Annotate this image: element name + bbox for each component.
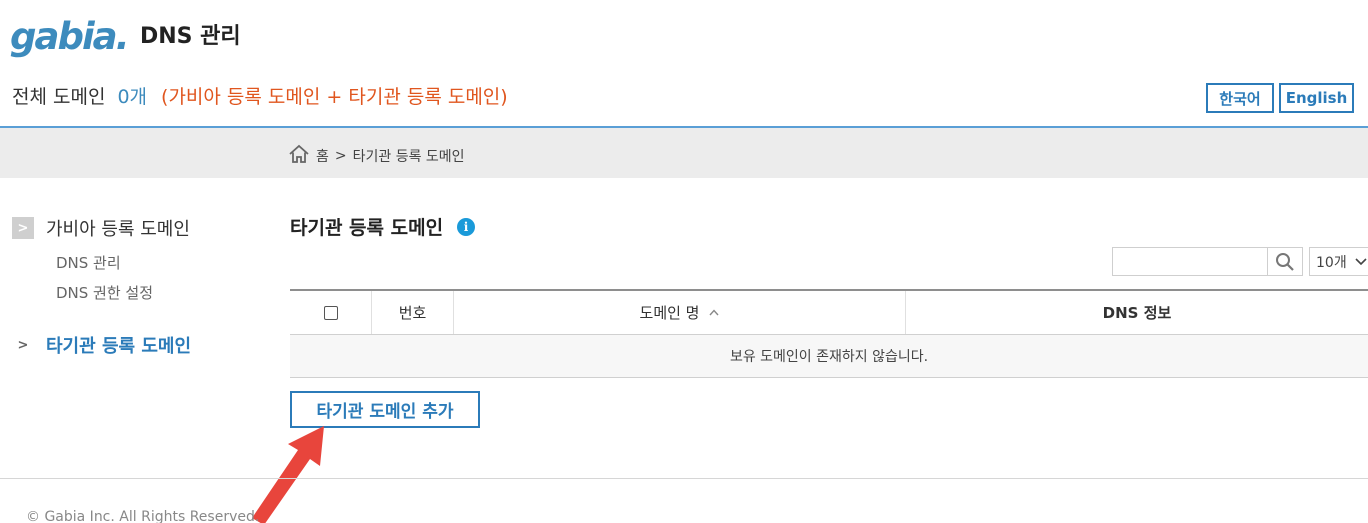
column-number: 번호 (372, 291, 454, 334)
sidebar-subitem-dns-manage[interactable]: DNS 관리 (56, 252, 121, 273)
gabia-logo[interactable]: gabia. (10, 14, 132, 60)
copyright-text: © Gabia Inc. All Rights Reserved. (26, 509, 260, 523)
table-header: 번호 도메인 명 DNS 정보 (290, 289, 1368, 335)
page-size-select[interactable]: 10개 (1309, 247, 1368, 276)
breadcrumb-bar (0, 128, 1368, 178)
sidebar-item-gabia-domains[interactable]: > 가비아 등록 도메인 (12, 215, 190, 241)
domain-table: 번호 도메인 명 DNS 정보 보유 도메인이 존재하지 않습니다. (290, 289, 1368, 378)
column-dns-info: DNS 정보 (1102, 304, 1172, 322)
page-size-value: 10개 (1316, 254, 1347, 271)
page-title-text: 타기관 등록 도메인 (290, 217, 444, 239)
breadcrumb-home[interactable]: 홈 (316, 146, 329, 166)
empty-table-row: 보유 도메인이 존재하지 않습니다. (290, 335, 1368, 378)
search-button[interactable] (1268, 247, 1303, 276)
breadcrumb: 홈 > 타기관 등록 도메인 (288, 144, 465, 168)
select-all-checkbox[interactable] (323, 305, 338, 320)
chevron-right-icon: > (17, 337, 29, 353)
breadcrumb-current: 타기관 등록 도메인 (352, 149, 465, 165)
breadcrumb-separator: > (334, 148, 347, 164)
page-title: 타기관 등록 도메인 i (290, 213, 476, 240)
chevron-right-icon: > (12, 217, 34, 239)
summary-note: (가비아 등록 도메인 + 타기관 등록 도메인) (161, 86, 508, 108)
column-domain-label: 도메인 명 (639, 304, 700, 322)
sidebar-item-other-domains[interactable]: > 타기관 등록 도메인 (12, 332, 191, 358)
sidebar-item-label: 가비아 등록 도메인 (46, 219, 190, 240)
korean-language-button[interactable]: 한국어 (1206, 83, 1274, 113)
logo-text: gabia. (10, 15, 130, 58)
sidebar-subitem-dns-permission[interactable]: DNS 권한 설정 (56, 282, 153, 303)
info-icon[interactable]: i (457, 217, 476, 236)
empty-message: 보유 도메인이 존재하지 않습니다. (729, 349, 929, 365)
sort-up-icon (709, 309, 720, 316)
search-icon (1276, 252, 1294, 271)
english-language-button[interactable]: English (1279, 83, 1354, 113)
column-domain-name[interactable]: 도메인 명 (454, 291, 906, 334)
home-icon[interactable] (288, 144, 310, 168)
column-select-all (290, 291, 372, 334)
summary-count: 0개 (117, 86, 148, 108)
sidebar-item-label: 타기관 등록 도메인 (46, 336, 192, 357)
footer-divider (0, 478, 1368, 479)
annotation-arrow-icon (252, 426, 324, 523)
domain-summary: 전체 도메인 0개 (가비아 등록 도메인 + 타기관 등록 도메인) (12, 82, 508, 109)
search-input[interactable] (1112, 247, 1268, 276)
summary-label: 전체 도메인 (12, 86, 106, 108)
chevron-down-icon (1355, 257, 1367, 265)
app-title: DNS 관리 (140, 24, 241, 49)
